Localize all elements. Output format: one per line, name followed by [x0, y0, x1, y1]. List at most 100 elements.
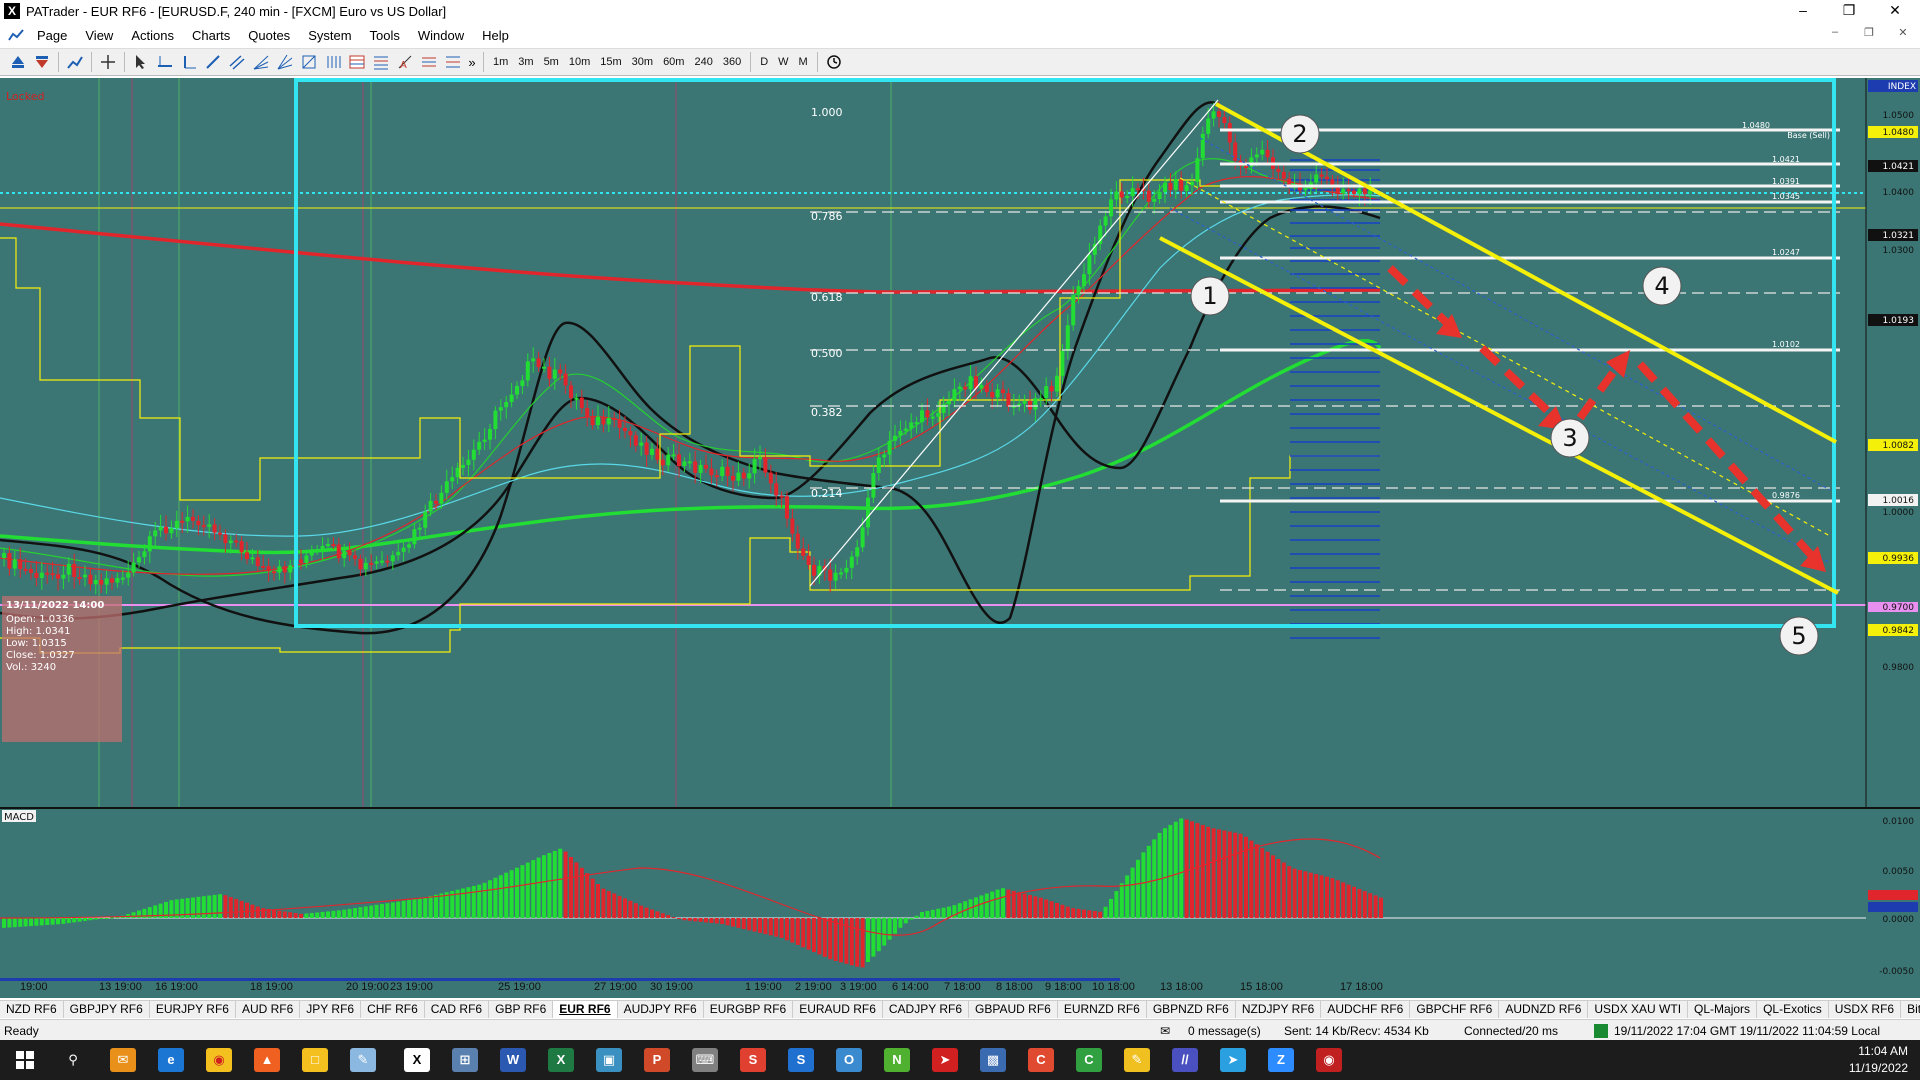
cycle-lines-icon[interactable] — [323, 52, 343, 72]
symbol-tab[interactable]: CAD RF6 — [425, 1001, 490, 1018]
powerpoint-icon[interactable]: P — [644, 1048, 670, 1072]
app-c-green-icon[interactable]: C — [1076, 1048, 1102, 1072]
toolbar-overflow-icon[interactable]: » — [467, 52, 477, 72]
status-messages[interactable]: 0 message(s) — [1188, 1024, 1261, 1038]
trend-line-icon[interactable] — [203, 52, 223, 72]
symbol-tab[interactable]: EURGBP RF6 — [704, 1001, 794, 1018]
symbol-tab[interactable]: GBP RF6 — [489, 1001, 554, 1018]
symbol-tab[interactable]: USDX XAU WTI — [1588, 1001, 1689, 1018]
chrome-icon[interactable]: ◉ — [206, 1048, 232, 1072]
fan-icon[interactable] — [251, 52, 271, 72]
app-record-icon[interactable]: ◉ — [1316, 1048, 1342, 1072]
symbol-tab[interactable]: GBPCHF RF6 — [1410, 1001, 1500, 1018]
symbol-tab[interactable]: QL-Majors — [1688, 1001, 1758, 1018]
symbol-tab[interactable]: USDX RF6 — [1829, 1001, 1902, 1018]
sell-arrow-icon[interactable] — [32, 52, 52, 72]
buy-arrow-icon[interactable] — [8, 52, 28, 72]
symbol-tab[interactable]: AUDCHF RF6 — [1321, 1001, 1411, 1018]
period-monthly[interactable]: M — [794, 56, 813, 68]
horizontal-line-icon[interactable] — [155, 52, 175, 72]
vertical-line-icon[interactable] — [179, 52, 199, 72]
timeframe-360[interactable]: 360 — [718, 56, 746, 68]
sticky-notes-icon[interactable]: ✎ — [1124, 1048, 1150, 1072]
fib-extension-icon[interactable] — [371, 52, 391, 72]
symbol-tab[interactable]: NZD RF6 — [0, 1001, 64, 1018]
symbol-tab[interactable]: GBPNZD RF6 — [1147, 1001, 1236, 1018]
symbol-tab[interactable]: EURJPY RF6 — [150, 1001, 236, 1018]
speed-lines-icon[interactable] — [443, 52, 463, 72]
indicator-icon[interactable] — [65, 52, 85, 72]
fib-retracement-icon[interactable] — [347, 52, 367, 72]
app-monitor-icon[interactable]: ▩ — [980, 1048, 1006, 1072]
menu-help[interactable]: Help — [473, 28, 518, 43]
zoom-icon[interactable]: Z — [1268, 1048, 1294, 1072]
gann-icon[interactable] — [275, 52, 295, 72]
taskbar-clock[interactable]: 11:04 AM 11/19/2022 — [1849, 1043, 1908, 1077]
app-s-blue-icon[interactable]: S — [788, 1048, 814, 1072]
menu-system[interactable]: System — [299, 28, 360, 43]
fib-time-icon[interactable] — [419, 52, 439, 72]
timeframe-1m[interactable]: 1m — [488, 56, 513, 68]
period-weekly[interactable]: W — [773, 56, 793, 68]
edge-icon[interactable]: e — [158, 1048, 184, 1072]
brave-icon[interactable]: ▲ — [254, 1048, 280, 1072]
crosshair-icon[interactable] — [98, 52, 118, 72]
notepad-icon[interactable]: ✎ — [350, 1048, 376, 1072]
symbol-tab[interactable]: EUR RF6 — [553, 1001, 618, 1018]
timeframe-10m[interactable]: 10m — [564, 56, 595, 68]
menu-quotes[interactable]: Quotes — [239, 28, 299, 43]
timeframe-15m[interactable]: 15m — [595, 56, 626, 68]
message-icon[interactable]: ✉ — [1160, 1024, 1170, 1038]
telegram-icon[interactable]: ➤ — [1220, 1048, 1246, 1072]
channel-icon[interactable] — [227, 52, 247, 72]
file-explorer-icon[interactable]: □ — [302, 1048, 328, 1072]
text-tool-icon[interactable]: A — [395, 52, 415, 72]
keyboard-icon[interactable]: ⌨ — [692, 1048, 718, 1072]
minimize-icon[interactable]: – — [1780, 0, 1826, 22]
menu-view[interactable]: View — [76, 28, 122, 43]
chart-canvas[interactable]: 1.000 0.786 0.618 0.500 0.382 0.214 1.04… — [0, 78, 1920, 978]
calculator-icon[interactable]: ⊞ — [452, 1048, 478, 1072]
menu-tools[interactable]: Tools — [361, 28, 409, 43]
mail-app-icon[interactable]: ✉ — [110, 1048, 136, 1072]
patrader-icon[interactable]: X — [404, 1048, 430, 1072]
mdi-minimize-icon[interactable]: – — [1820, 26, 1850, 44]
timeframe-240[interactable]: 240 — [689, 56, 717, 68]
maximize-icon[interactable]: ❐ — [1826, 0, 1872, 22]
symbol-tab[interactable]: GBPAUD RF6 — [969, 1001, 1058, 1018]
symbol-tab[interactable]: JPY RF6 — [300, 1001, 362, 1018]
period-daily[interactable]: D — [755, 56, 773, 68]
excel-icon[interactable]: X — [548, 1048, 574, 1072]
timeframe-3m[interactable]: 3m — [513, 56, 538, 68]
symbol-tab[interactable]: AUDNZD RF6 — [1499, 1001, 1589, 1018]
outlook-icon[interactable]: O — [836, 1048, 862, 1072]
symbol-tab[interactable]: EURAUD RF6 — [793, 1001, 883, 1018]
start-icon[interactable] — [12, 1048, 38, 1072]
mdi-restore-icon[interactable]: ❐ — [1854, 26, 1884, 44]
symbol-tab[interactable]: CADJPY RF6 — [883, 1001, 970, 1018]
app-slash-icon[interactable]: // — [1172, 1048, 1198, 1072]
menu-page[interactable]: Page — [28, 28, 76, 43]
menu-charts[interactable]: Charts — [183, 28, 239, 43]
timeframe-30m[interactable]: 30m — [627, 56, 658, 68]
symbol-tab[interactable]: Bitcoin — [1901, 1001, 1920, 1018]
menu-actions[interactable]: Actions — [122, 28, 183, 43]
pointer-icon[interactable] — [131, 52, 151, 72]
app-c-red-icon[interactable]: C — [1028, 1048, 1054, 1072]
clock-icon[interactable] — [824, 52, 844, 72]
mdi-close-icon[interactable]: ✕ — [1888, 26, 1918, 44]
symbol-tab[interactable]: CHF RF6 — [361, 1001, 425, 1018]
chart-icon[interactable] — [6, 25, 26, 45]
symbol-tab[interactable]: AUDJPY RF6 — [618, 1001, 704, 1018]
symbol-tab[interactable]: QL-Exotics — [1757, 1001, 1829, 1018]
app-n-icon[interactable]: N — [884, 1048, 910, 1072]
timeframe-60m[interactable]: 60m — [658, 56, 689, 68]
app-s-red-icon[interactable]: S — [740, 1048, 766, 1072]
gann-grid-icon[interactable] — [299, 52, 319, 72]
chart-area[interactable]: 1.000 0.786 0.618 0.500 0.382 0.214 1.04… — [0, 78, 1920, 978]
symbol-tab[interactable]: GBPJPY RF6 — [64, 1001, 150, 1018]
app-bird-icon[interactable]: ➤ — [932, 1048, 958, 1072]
timeframe-5m[interactable]: 5m — [539, 56, 564, 68]
symbol-tab[interactable]: NZDJPY RF6 — [1236, 1001, 1322, 1018]
symbol-tab[interactable]: AUD RF6 — [236, 1001, 301, 1018]
